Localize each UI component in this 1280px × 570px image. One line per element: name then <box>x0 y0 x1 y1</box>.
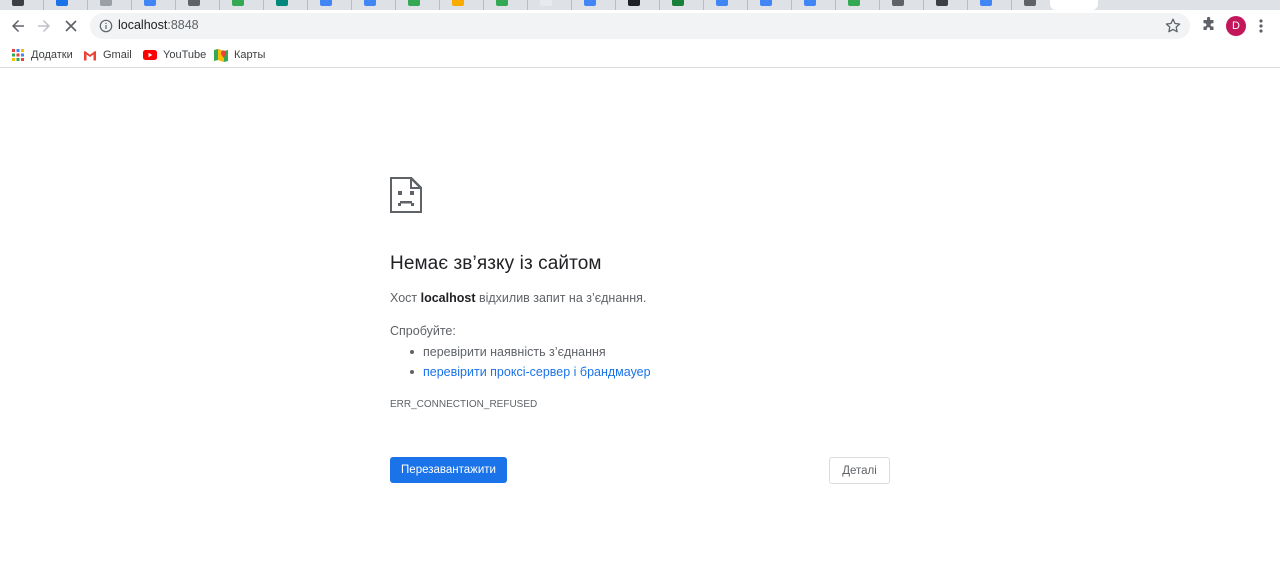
browser-tab[interactable] <box>792 0 836 10</box>
tab-favicon-icon <box>56 0 68 6</box>
info-icon[interactable] <box>99 19 113 33</box>
tab-favicon-icon <box>232 0 244 6</box>
suggestion-check-proxy-link[interactable]: перевірити проксі-сервер і брандмауер <box>423 365 651 379</box>
browser-tab[interactable] <box>528 0 572 10</box>
arrow-left-icon <box>12 20 24 32</box>
address-bar[interactable]: localhost:8848 <box>90 13 1190 39</box>
browser-tab[interactable] <box>880 0 924 10</box>
bookmark-gmail[interactable]: Gmail <box>83 46 132 64</box>
error-code: ERR_CONNECTION_REFUSED <box>390 399 538 410</box>
tab-strip <box>0 0 1280 10</box>
arrow-right-icon <box>38 20 50 32</box>
tab-favicon-icon <box>12 0 24 6</box>
browser-tab[interactable] <box>572 0 616 10</box>
browser-tab[interactable] <box>264 0 308 10</box>
tab-favicon-icon <box>892 0 904 6</box>
browser-toolbar: localhost:8848 D <box>0 10 1280 42</box>
browser-tab[interactable] <box>132 0 176 10</box>
desc-suffix: відхилив запит на з’єднання. <box>475 291 647 305</box>
browser-tab[interactable] <box>396 0 440 10</box>
browser-tab[interactable] <box>308 0 352 10</box>
url-text: localhost:8848 <box>118 18 199 32</box>
tab-favicon-icon <box>144 0 156 6</box>
tab-favicon-icon <box>408 0 420 6</box>
tab-favicon-icon <box>980 0 992 6</box>
tab-favicon-icon <box>936 0 948 6</box>
tab-favicon-icon <box>452 0 464 6</box>
tab-favicon-icon <box>100 0 112 6</box>
bullet-icon <box>410 369 414 374</box>
bookmark-label: Gmail <box>103 49 132 61</box>
back-button[interactable] <box>5 13 31 39</box>
suggestion-item: перевірити наявність з’єднання <box>410 345 606 359</box>
error-description: Хост localhost відхилив запит на з’єднан… <box>390 291 646 305</box>
error-title: Немає зв’язку із сайтом <box>390 253 602 274</box>
tab-favicon-icon <box>188 0 200 6</box>
suggestion-check-connection: перевірити наявність з’єднання <box>423 345 606 359</box>
youtube-icon <box>143 48 157 62</box>
active-tab[interactable] <box>1050 0 1098 10</box>
browser-tab[interactable] <box>484 0 528 10</box>
stop-loading-button[interactable] <box>58 13 84 39</box>
tab-favicon-icon <box>1024 0 1036 6</box>
tab-favicon-icon <box>628 0 640 6</box>
browser-tab[interactable] <box>968 0 1012 10</box>
tab-favicon-icon <box>276 0 288 6</box>
browser-tab[interactable] <box>176 0 220 10</box>
tab-favicon-icon <box>320 0 332 6</box>
bookmark-label: YouTube <box>163 49 207 61</box>
bookmark-label: Додатки <box>31 49 73 61</box>
browser-tab[interactable] <box>440 0 484 10</box>
tab-favicon-icon <box>540 0 552 6</box>
star-icon[interactable] <box>1164 17 1182 35</box>
browser-tab[interactable] <box>924 0 968 10</box>
browser-tab[interactable] <box>660 0 704 10</box>
tab-favicon-icon <box>364 0 376 6</box>
browser-tab[interactable] <box>704 0 748 10</box>
try-label: Спробуйте: <box>390 324 456 338</box>
browser-tab[interactable] <box>0 0 44 10</box>
sad-page-icon <box>390 177 422 213</box>
browser-tab[interactable] <box>748 0 792 10</box>
forward-button[interactable] <box>31 13 57 39</box>
reload-button[interactable]: Перезавантажити <box>390 457 507 483</box>
url-host: localhost <box>118 18 168 32</box>
browser-tab[interactable] <box>836 0 880 10</box>
gmail-icon <box>83 48 97 62</box>
kebab-menu-icon[interactable] <box>1254 16 1268 36</box>
url-port: :8848 <box>167 18 199 32</box>
browser-tab[interactable] <box>352 0 396 10</box>
tab-favicon-icon <box>716 0 728 6</box>
error-page: Немає зв’язку із сайтом Хост localhost в… <box>0 68 1280 570</box>
tab-favicon-icon <box>848 0 860 6</box>
suggestion-item: перевірити проксі-сервер і брандмауер <box>410 365 651 379</box>
tab-favicon-icon <box>804 0 816 6</box>
details-button[interactable]: Деталі <box>829 457 890 484</box>
browser-tab[interactable] <box>44 0 88 10</box>
browser-tab[interactable] <box>220 0 264 10</box>
extensions-puzzle-icon[interactable] <box>1199 15 1219 35</box>
browser-tab[interactable] <box>88 0 132 10</box>
desc-host: localhost <box>420 291 476 305</box>
tab-favicon-icon <box>672 0 684 6</box>
tab-favicon-icon <box>496 0 508 6</box>
apps-grid-icon <box>11 48 25 62</box>
bookmarks-bar: Додатки Gmail YouTube Карты <box>0 42 1280 68</box>
bookmark-maps[interactable]: Карты <box>214 46 265 64</box>
tab-favicon-icon <box>760 0 772 6</box>
bookmark-label: Карты <box>234 49 266 61</box>
maps-icon <box>214 48 228 62</box>
bookmark-apps[interactable]: Додатки <box>11 46 73 64</box>
browser-tab[interactable] <box>616 0 660 10</box>
desc-prefix: Хост <box>390 291 421 305</box>
bullet-icon <box>410 349 414 354</box>
bookmark-youtube[interactable]: YouTube <box>143 46 206 64</box>
profile-avatar[interactable]: D <box>1226 16 1246 36</box>
tab-favicon-icon <box>584 0 596 6</box>
close-icon <box>65 20 77 32</box>
